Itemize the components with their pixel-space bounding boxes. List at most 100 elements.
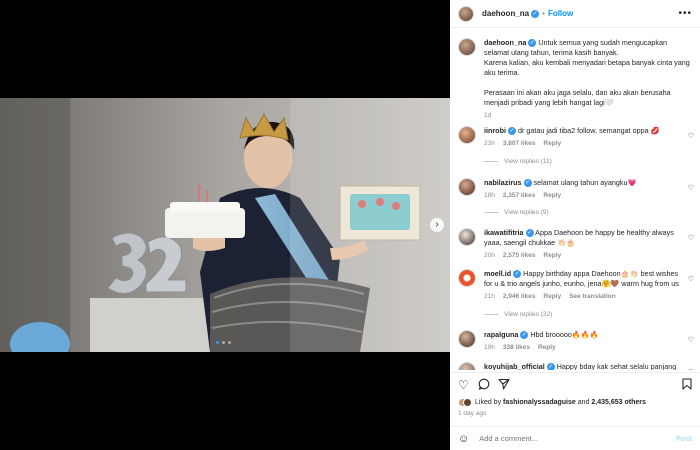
post-actions: ♡ bbox=[450, 372, 700, 396]
comment-text: selamat ulang tahun ayangku💗 bbox=[533, 178, 637, 187]
comment-item: nabilazirus ✓ selamat ulang tahun ayangku… bbox=[450, 178, 700, 201]
view-replies[interactable]: View replies (9) bbox=[484, 209, 549, 216]
heart-icon[interactable]: ♡ bbox=[688, 184, 694, 192]
carousel-dots bbox=[216, 341, 231, 344]
comment-likes[interactable]: 338 likes bbox=[503, 343, 530, 353]
reply-button[interactable]: Reply bbox=[538, 343, 556, 353]
reply-button[interactable]: Reply bbox=[543, 139, 561, 149]
comment-likes[interactable]: 2,575 likes bbox=[503, 251, 536, 261]
comment-username[interactable]: koyuhijab_official bbox=[484, 362, 545, 370]
comment-likes[interactable]: 2,946 likes bbox=[503, 292, 536, 302]
heart-icon[interactable]: ♡ bbox=[688, 336, 694, 344]
verified-icon: ✓ bbox=[507, 127, 516, 136]
comment-username[interactable]: iinrobi bbox=[484, 126, 506, 135]
verified-icon: ✓ bbox=[546, 363, 555, 370]
comments-list[interactable]: daehoon_na ✓ Untuk semua yang sudah mengu… bbox=[450, 28, 700, 370]
emoji-icon[interactable]: ☺ bbox=[458, 433, 469, 445]
comment-time: 21h bbox=[484, 293, 495, 300]
liker-avatar[interactable] bbox=[463, 398, 472, 407]
view-replies-label[interactable]: View replies (9) bbox=[504, 209, 549, 216]
verified-icon: ✓ bbox=[523, 179, 532, 188]
comment-time: 20h bbox=[484, 252, 495, 259]
post-photo: › bbox=[0, 98, 450, 352]
bookmark-icon[interactable] bbox=[682, 378, 692, 393]
comment-time: 18h bbox=[484, 192, 495, 199]
liked-by-and: and bbox=[577, 399, 590, 406]
liked-by-count[interactable]: 2,435,653 others bbox=[591, 399, 645, 406]
view-replies-label[interactable]: View replies (32) bbox=[504, 311, 552, 318]
verified-icon: ✓ bbox=[520, 331, 529, 340]
carousel-dot[interactable] bbox=[228, 341, 231, 344]
follow-button[interactable]: Follow bbox=[548, 9, 573, 18]
verified-icon: ✓ bbox=[531, 9, 540, 18]
comment-icon[interactable] bbox=[478, 378, 490, 393]
avatar[interactable] bbox=[458, 178, 476, 196]
heart-icon[interactable]: ♡ bbox=[688, 132, 694, 140]
post-sidebar: daehoon_na ✓ • Follow ••• daehoon_na ✓ Un… bbox=[450, 0, 700, 450]
heart-icon[interactable]: ♡ bbox=[458, 378, 469, 392]
carousel-dot[interactable] bbox=[216, 341, 219, 344]
verified-icon: ✓ bbox=[525, 229, 534, 238]
post-media: › bbox=[0, 0, 450, 450]
comment-time: 19h bbox=[484, 344, 495, 351]
heart-icon[interactable]: ♡ bbox=[688, 234, 694, 242]
comment-username[interactable]: rapalguna bbox=[484, 330, 518, 339]
more-options-icon[interactable]: ••• bbox=[678, 8, 692, 19]
avatar[interactable] bbox=[458, 228, 476, 246]
liked-by-prefix: Liked by bbox=[475, 399, 502, 406]
view-replies[interactable]: View replies (32) bbox=[484, 311, 552, 318]
view-replies[interactable]: View replies (11) bbox=[484, 158, 552, 165]
comment-icon-shape bbox=[478, 378, 490, 390]
comment-item: iinrobi ✓ dr gatau jadi tiba2 follow, sem… bbox=[450, 126, 700, 149]
heart-icon[interactable]: ♡ bbox=[688, 368, 694, 370]
comment-text: Hbd brooooo🔥🔥🔥 bbox=[530, 330, 599, 339]
caption-time: 1d bbox=[484, 112, 492, 119]
verified-icon: ✓ bbox=[528, 39, 537, 48]
add-comment-bar: ☺ Post bbox=[450, 426, 700, 450]
comment-text: Happy bday kak sehat selalu panjang bbox=[556, 362, 677, 370]
see-translation-button[interactable]: See translation bbox=[569, 292, 616, 302]
avatar[interactable] bbox=[458, 362, 476, 370]
comment-username[interactable]: nabilazirus bbox=[484, 178, 522, 187]
comment-time: 23h bbox=[484, 140, 495, 147]
username[interactable]: daehoon_na bbox=[482, 9, 529, 18]
share-icon-shape bbox=[498, 378, 510, 390]
replies-line bbox=[484, 161, 498, 162]
heart-icon[interactable]: ♡ bbox=[688, 275, 694, 283]
reply-button[interactable]: Reply bbox=[543, 191, 561, 201]
reply-button[interactable]: Reply bbox=[543, 251, 561, 261]
liked-by-user[interactable]: fashionalyssadaguise bbox=[503, 399, 576, 406]
comment-likes[interactable]: 3,807 likes bbox=[503, 139, 536, 149]
comment-likes[interactable]: 2,357 likes bbox=[503, 191, 536, 201]
comment-item: moell.id ✓ Happy birthday appa Daehoon🎂👏🏻… bbox=[450, 269, 700, 302]
comment-text: dr gatau jadi tiba2 follow, semangat opp… bbox=[517, 126, 660, 135]
comment-input[interactable] bbox=[479, 434, 660, 443]
avatar[interactable] bbox=[458, 38, 476, 56]
post-time: 1 day ago bbox=[458, 410, 487, 417]
replies-line bbox=[484, 314, 498, 315]
reply-button[interactable]: Reply bbox=[543, 292, 561, 302]
carousel-dot[interactable] bbox=[222, 341, 225, 344]
caption: daehoon_na ✓ Untuk semua yang sudah mengu… bbox=[450, 28, 700, 121]
post-header: daehoon_na ✓ • Follow ••• bbox=[450, 0, 700, 28]
post-button[interactable]: Post bbox=[676, 434, 692, 443]
avatar[interactable] bbox=[458, 126, 476, 144]
replies-line bbox=[484, 212, 498, 213]
comment-item: koyuhijab_official ✓ Happy bday kak sehat… bbox=[450, 362, 700, 370]
caption-username[interactable]: daehoon_na bbox=[484, 38, 526, 47]
bookmark-icon-shape bbox=[682, 378, 692, 390]
likes-summary: Liked by fashionalyssadaguise and 2,435,… bbox=[458, 398, 646, 407]
separator-dot: • bbox=[542, 9, 545, 18]
comment-username[interactable]: moell.id bbox=[484, 269, 511, 278]
avatar[interactable] bbox=[458, 330, 476, 348]
comment-item: ikawatifitria ✓ Appa Daehoon be happy be … bbox=[450, 228, 700, 261]
avatar[interactable] bbox=[458, 269, 476, 287]
share-icon[interactable] bbox=[498, 378, 510, 393]
avatar[interactable] bbox=[458, 5, 474, 22]
view-replies-label[interactable]: View replies (11) bbox=[504, 158, 552, 165]
comment-username[interactable]: ikawatifitria bbox=[484, 228, 524, 237]
chevron-right-icon[interactable]: › bbox=[430, 218, 444, 232]
caption-text: Perasaan ini akan aku jaga selalu, dan a… bbox=[484, 88, 671, 107]
comment-item: rapalguna ✓ Hbd brooooo🔥🔥🔥 19h 338 likes Re… bbox=[450, 330, 700, 353]
verified-icon: ✓ bbox=[513, 270, 522, 279]
